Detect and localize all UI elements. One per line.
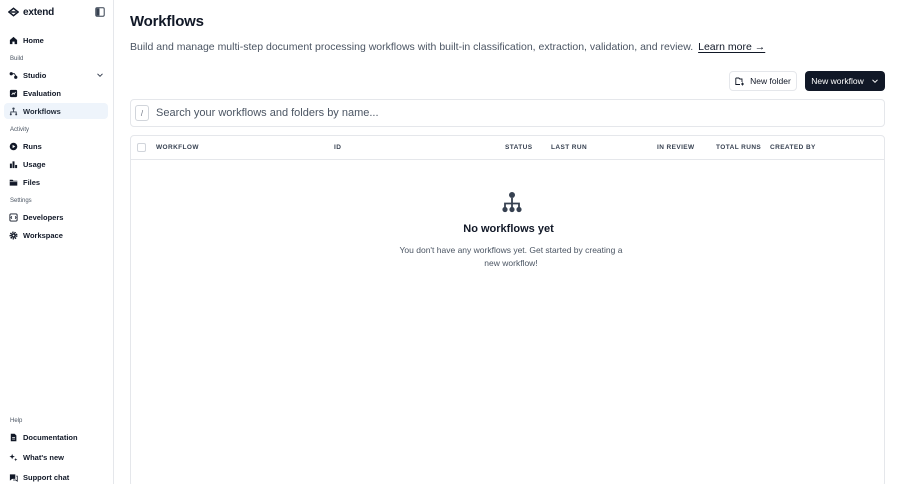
sidebar-item-whats-new[interactable]: What's new bbox=[4, 449, 108, 465]
column-header-in-review[interactable]: In Review bbox=[657, 144, 695, 151]
sidebar-item-label: Files bbox=[23, 177, 41, 187]
page-description: Build and manage multi-step document pro… bbox=[130, 41, 765, 53]
folder-icon bbox=[9, 178, 18, 187]
code-icon bbox=[9, 212, 18, 222]
brand-logo[interactable]: extend bbox=[8, 6, 54, 18]
sidebar-item-studio[interactable]: Studio bbox=[4, 67, 108, 83]
bar-chart-icon bbox=[9, 160, 18, 169]
document-icon bbox=[9, 433, 18, 442]
sidebar-item-label: Developers bbox=[23, 212, 64, 222]
play-circle-icon bbox=[9, 142, 18, 151]
sidebar-item-label: Workflows bbox=[23, 106, 61, 116]
column-header-workflow[interactable]: Workflow bbox=[156, 144, 199, 151]
column-header-status[interactable]: Status bbox=[505, 144, 532, 151]
search-shortcut-key: / bbox=[135, 105, 149, 121]
page-title: Workflows bbox=[130, 13, 204, 30]
workflow-tree-icon bbox=[502, 192, 522, 213]
column-header-last-run[interactable]: Last Run bbox=[551, 144, 587, 151]
sidebar-item-usage[interactable]: Usage bbox=[4, 156, 108, 172]
extend-logo-icon bbox=[8, 7, 19, 17]
studio-icon bbox=[9, 71, 18, 80]
sidebar-item-label: Support chat bbox=[23, 472, 70, 482]
sidebar-item-developers[interactable]: Developers bbox=[4, 209, 108, 225]
section-label-settings: Settings bbox=[10, 198, 32, 204]
section-label-help: Help bbox=[10, 418, 23, 424]
search-input[interactable] bbox=[156, 107, 856, 119]
sidebar-item-label: Studio bbox=[23, 70, 47, 80]
sidebar-item-files[interactable]: Files bbox=[4, 174, 108, 190]
evaluation-icon bbox=[9, 89, 18, 98]
new-folder-button[interactable]: New folder bbox=[729, 71, 797, 91]
select-all-checkbox[interactable] bbox=[137, 143, 146, 152]
sidebar-item-documentation[interactable]: Documentation bbox=[4, 429, 108, 445]
chevron-down-icon[interactable] bbox=[96, 71, 104, 79]
main-content: Workflows Build and manage multi-step do… bbox=[115, 0, 900, 484]
section-label-activity: Activity bbox=[10, 127, 30, 133]
sidebar-item-label: Evaluation bbox=[23, 88, 61, 98]
sidebar-item-label: Runs bbox=[23, 141, 42, 151]
sidebar-item-label: What's new bbox=[23, 452, 64, 462]
column-header-id[interactable]: ID bbox=[334, 144, 341, 151]
chevron-down-icon bbox=[871, 79, 878, 84]
sidebar-item-workspace[interactable]: Workspace bbox=[4, 227, 108, 243]
chat-icon bbox=[9, 473, 18, 482]
page-description-text: Build and manage multi-step document pro… bbox=[130, 41, 694, 53]
search-bar[interactable]: / bbox=[130, 99, 885, 127]
sidebar-item-label: Home bbox=[23, 35, 44, 45]
new-workflow-label: New workflow bbox=[811, 76, 864, 86]
sidebar-item-workflows[interactable]: Workflows bbox=[4, 103, 108, 119]
workflows-icon bbox=[9, 106, 18, 116]
workflows-table: Workflow ID Status Last Run In Review To… bbox=[130, 135, 885, 484]
new-workflow-button[interactable]: New workflow bbox=[805, 71, 885, 91]
sidebar: extend Home Build Studio Evaluation Work… bbox=[0, 0, 114, 484]
home-icon bbox=[9, 36, 18, 45]
sidebar-item-label: Documentation bbox=[23, 432, 78, 442]
empty-state-title: No workflows yet bbox=[463, 223, 554, 235]
new-folder-label: New folder bbox=[750, 76, 791, 86]
folder-plus-icon bbox=[735, 77, 745, 85]
sidebar-item-label: Usage bbox=[23, 159, 46, 169]
sidebar-collapse-icon[interactable] bbox=[95, 7, 105, 17]
sidebar-item-runs[interactable]: Runs bbox=[4, 138, 108, 154]
empty-state-description: You don't have any workflows yet. Get st… bbox=[399, 245, 623, 268]
sidebar-item-label: Workspace bbox=[23, 230, 63, 240]
column-header-total-runs[interactable]: Total Runs bbox=[716, 144, 761, 151]
table-header: Workflow ID Status Last Run In Review To… bbox=[131, 136, 884, 160]
learn-more-link[interactable]: Learn more → bbox=[698, 41, 765, 53]
column-header-created-by[interactable]: Created By bbox=[770, 144, 816, 151]
sparkles-icon bbox=[9, 453, 18, 462]
gear-icon bbox=[9, 231, 18, 240]
sidebar-item-evaluation[interactable]: Evaluation bbox=[4, 85, 108, 101]
sidebar-item-support-chat[interactable]: Support chat bbox=[4, 469, 108, 484]
section-label-build: Build bbox=[10, 56, 24, 62]
brand-name: extend bbox=[23, 6, 55, 18]
sidebar-item-home[interactable]: Home bbox=[4, 32, 108, 48]
